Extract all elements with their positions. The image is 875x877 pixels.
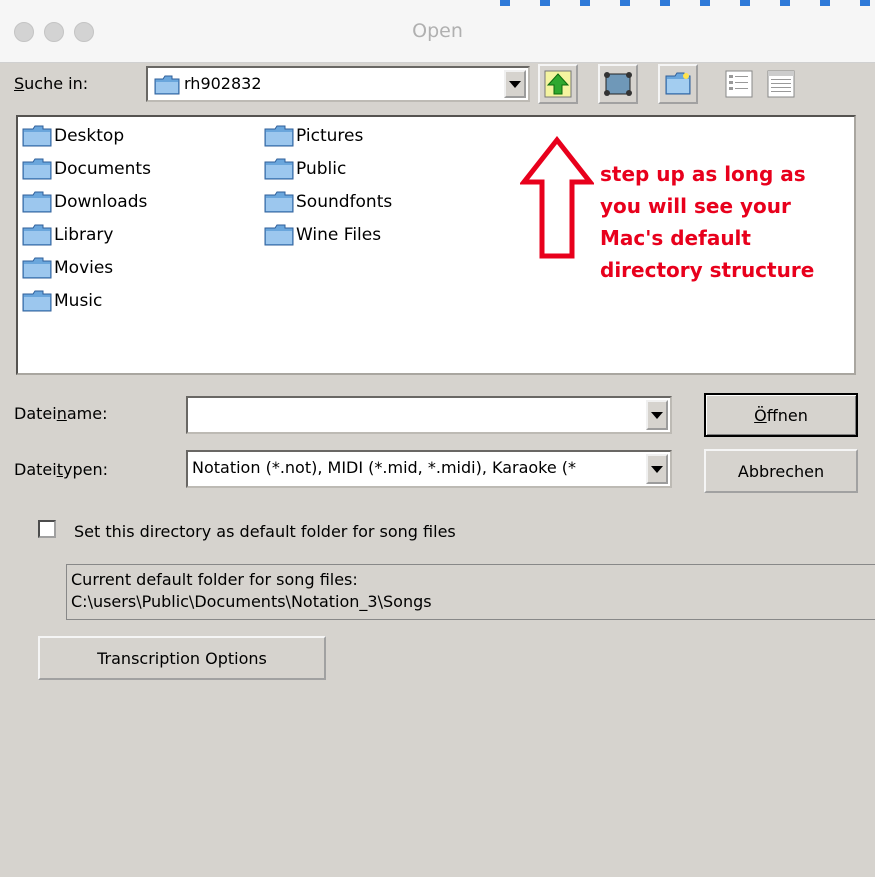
file-list-item[interactable]: Downloads bbox=[22, 187, 147, 217]
annotation-line: Mac's default bbox=[600, 226, 751, 250]
folder-icon bbox=[22, 224, 52, 246]
filetype-dropdown-button[interactable] bbox=[646, 454, 668, 484]
desktop-button[interactable] bbox=[598, 64, 638, 104]
list-view-icon bbox=[725, 70, 753, 98]
window-title: Open bbox=[412, 20, 463, 42]
file-list-item[interactable]: Music bbox=[22, 286, 102, 316]
up-one-level-button[interactable] bbox=[538, 64, 578, 104]
info-line: Current default folder for song files: bbox=[71, 570, 358, 589]
annotation-line: directory structure bbox=[600, 258, 815, 282]
file-list-item-label: Downloads bbox=[54, 192, 148, 212]
folder-icon bbox=[22, 158, 52, 180]
filename-combo[interactable] bbox=[186, 396, 672, 434]
folder-icon bbox=[22, 257, 52, 279]
current-default-folder-info: Current default folder for song files: C… bbox=[66, 564, 875, 620]
folder-icon bbox=[264, 158, 294, 180]
file-list-item-label: Wine Files bbox=[296, 225, 382, 245]
look-in-combo[interactable]: rh902832 bbox=[146, 66, 530, 102]
file-list-item[interactable]: Wine Files bbox=[264, 220, 381, 250]
file-list-item-label: Documents bbox=[54, 159, 151, 179]
default-folder-checkbox[interactable] bbox=[38, 520, 56, 538]
annotation-line: you will see your bbox=[600, 194, 791, 218]
filetype-combo[interactable]: Notation (*.not), MIDI (*.mid, *.midi), … bbox=[186, 450, 672, 488]
folder-icon bbox=[22, 125, 52, 147]
file-list-item-label: Desktop bbox=[54, 126, 125, 146]
open-button[interactable]: Öffnen bbox=[704, 393, 858, 437]
default-folder-checkbox-label: Set this directory as default folder for… bbox=[74, 522, 456, 541]
file-list-item-label: Library bbox=[54, 225, 114, 245]
folder-icon bbox=[22, 290, 52, 312]
red-arrow-icon bbox=[520, 136, 594, 259]
folder-icon bbox=[264, 224, 294, 246]
file-list-item[interactable]: Public bbox=[264, 154, 346, 184]
folder-icon bbox=[22, 191, 52, 213]
file-list-item-label: Music bbox=[54, 291, 103, 311]
filename-label: Dateiname: bbox=[14, 404, 108, 423]
transcription-options-button[interactable]: Transcription Options bbox=[38, 636, 326, 680]
file-list-item[interactable]: Desktop bbox=[22, 121, 124, 151]
chevron-down-icon bbox=[509, 80, 521, 88]
filetype-value: Notation (*.not), MIDI (*.mid, *.midi), … bbox=[192, 458, 577, 477]
create-new-folder-button[interactable] bbox=[658, 64, 698, 104]
open-button-label: Öffnen bbox=[754, 405, 808, 425]
background-window-edge bbox=[500, 0, 875, 6]
up-arrow-icon bbox=[544, 70, 572, 98]
list-view-button[interactable] bbox=[718, 64, 760, 104]
filename-dropdown-button[interactable] bbox=[646, 400, 668, 430]
file-list-item-label: Soundfonts bbox=[296, 192, 393, 212]
filetype-label: Dateitypen: bbox=[14, 460, 108, 479]
file-list-item[interactable]: Library bbox=[22, 220, 113, 250]
file-list-item-label: Movies bbox=[54, 258, 114, 278]
details-view-button[interactable] bbox=[760, 64, 802, 104]
cancel-button[interactable]: Abbrechen bbox=[704, 449, 858, 493]
file-list-item[interactable]: Pictures bbox=[264, 121, 363, 151]
desktop-icon bbox=[604, 72, 632, 96]
chevron-down-icon bbox=[651, 411, 663, 419]
chevron-down-icon bbox=[651, 465, 663, 473]
file-list-item-label: Public bbox=[296, 159, 347, 179]
info-path: C:\users\Public\Documents\Notation_3\Son… bbox=[71, 592, 432, 611]
folder-icon bbox=[154, 75, 180, 95]
file-list-item[interactable]: Soundfonts bbox=[264, 187, 392, 217]
folder-icon bbox=[264, 191, 294, 213]
folder-icon bbox=[264, 125, 294, 147]
look-in-value: rh902832 bbox=[184, 74, 262, 93]
annotation-line: step up as long as bbox=[600, 162, 806, 186]
file-list-item[interactable]: Documents bbox=[22, 154, 151, 184]
annotation-text: step up as long as you will see your Mac… bbox=[600, 158, 814, 286]
file-list-item[interactable]: Movies bbox=[22, 253, 113, 283]
title-bar: Open bbox=[0, 0, 875, 63]
look-in-label: Suche in: bbox=[14, 74, 89, 93]
new-folder-icon bbox=[665, 72, 691, 95]
file-list-item-label: Pictures bbox=[296, 126, 364, 146]
look-in-dropdown-button[interactable] bbox=[504, 70, 526, 98]
details-view-icon bbox=[767, 70, 795, 98]
